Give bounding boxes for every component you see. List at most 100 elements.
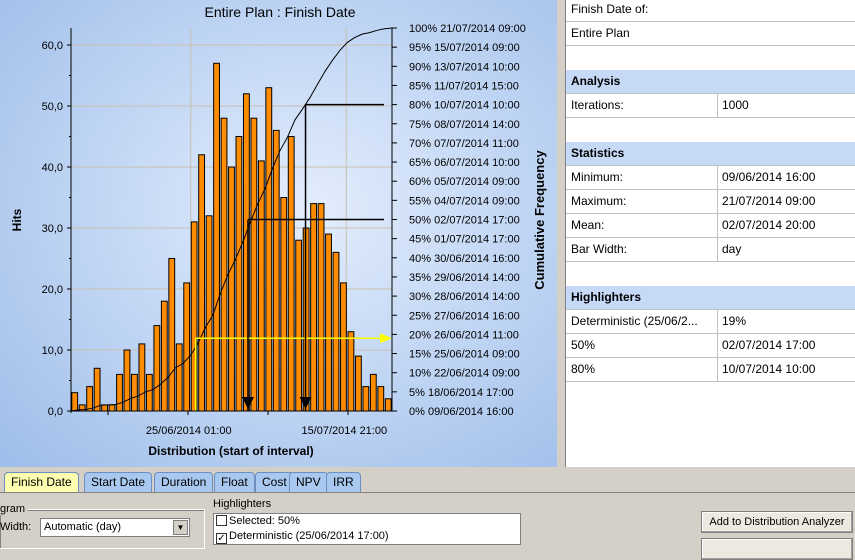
property-value: 09/06/2014 16:00 — [717, 166, 855, 189]
y2-tick-label: 55% 04/07/2014 09:00 — [409, 195, 520, 207]
histogram-bar — [86, 386, 94, 412]
highlighters-label: Highlighters — [213, 498, 272, 510]
property-key: Iterations: — [571, 98, 624, 112]
add-to-distribution-analyzer-button[interactable]: Add to Distribution Analyzer — [701, 511, 853, 533]
property-key: Bar Width: — [571, 242, 628, 256]
property-row: Minimum: 09/06/2014 16:00 — [566, 166, 855, 190]
histogram-bar — [257, 160, 265, 412]
histogram-bar — [362, 386, 370, 412]
y2-tick-label: 0% 09/06/2014 16:00 — [409, 406, 514, 418]
histogram-bar — [347, 331, 355, 412]
highlighter-item[interactable]: ✓ Deterministic (25/06/2014 17:00) — [214, 529, 520, 544]
histogram-bar — [317, 203, 325, 412]
histogram-bar — [272, 129, 280, 412]
y2-tick-label: 45% 01/07/2014 17:00 — [409, 234, 520, 246]
checkbox[interactable]: ✓ — [216, 533, 227, 544]
property-key: Minimum: — [571, 170, 624, 184]
property-value: 02/07/2014 17:00 — [717, 334, 855, 357]
y2-tick-label: 100% 21/07/2014 09:00 — [409, 23, 526, 35]
tab-bar: Finish Date Start Date Duration Float Cost NP… — [0, 472, 855, 493]
highlighters-list[interactable]: Selected: 50% ✓ Deterministic (25/06/2014 … — [213, 513, 521, 545]
y2-axis-label: Cumulative Frequency — [532, 150, 547, 290]
highlighter-label: Deterministic (25/06/2014 17:00) — [229, 530, 389, 542]
histogram-group-label: gram — [0, 503, 29, 515]
property-key: Maximum: — [571, 194, 627, 208]
x-axis-label: Distribution (start of interval) — [148, 444, 313, 458]
property-key: 80% — [571, 362, 596, 376]
histogram-bar — [377, 386, 385, 412]
x-tick-label: 15/07/2014 21:00 — [301, 425, 387, 437]
chart-panel: 0,0 10,0 20,0 30,0 40,0 50,0 60,0 25/06/2014 01… — [0, 0, 557, 467]
property-key: Highlighters — [571, 290, 642, 304]
histogram-bar — [325, 233, 332, 412]
histogram-bar — [235, 136, 243, 412]
y2-tick-label: 25% 27/06/2014 16:00 — [409, 310, 520, 322]
property-row: Finish Date of: — [566, 0, 855, 22]
y2-tick-label: 10% 22/06/2014 09:00 — [409, 368, 520, 380]
tab-irr[interactable]: IRR — [326, 472, 361, 492]
property-key: Finish Date of: — [571, 2, 649, 16]
section-header: Analysis — [566, 70, 855, 94]
width-label: Width: — [0, 521, 32, 533]
tab-divider — [0, 492, 855, 493]
chevron-down-icon[interactable]: ▼ — [173, 520, 188, 535]
property-row: Maximum: 21/07/2014 09:00 — [566, 190, 855, 214]
property-value: 19% — [717, 310, 855, 333]
histogram-bar — [131, 373, 138, 412]
y-tick-label: 0,0 — [48, 406, 63, 418]
y-tick-label: 30,0 — [42, 223, 63, 235]
histogram-bar — [228, 166, 235, 412]
histogram-bar — [220, 117, 228, 412]
histogram-bar — [310, 203, 318, 412]
bar-width-value: Automatic (day) — [44, 521, 122, 533]
property-row: Entire Plan — [566, 22, 855, 46]
y2-tick-label: 90% 13/07/2014 10:00 — [409, 61, 520, 73]
histogram-bar — [116, 373, 123, 412]
property-key: 50% — [571, 338, 596, 352]
tab-float[interactable]: Float — [214, 472, 255, 492]
property-value: day — [717, 238, 855, 261]
histogram-bar — [332, 251, 340, 412]
tab-start-date[interactable]: Start Date — [84, 472, 153, 492]
property-row: Deterministic (25/06/2... 19% — [566, 310, 855, 334]
property-value: 1000 — [717, 94, 855, 117]
histogram-bar — [175, 343, 183, 412]
tab-cost[interactable]: Cost — [255, 472, 294, 492]
y2-tick-label: 75% 08/07/2014 14:00 — [409, 119, 520, 131]
tab-npv[interactable]: NPV — [289, 472, 328, 492]
y-axis-label: Hits — [10, 208, 24, 231]
y2-tick-label: 80% 10/07/2014 10:00 — [409, 100, 520, 112]
y2-tick-label: 85% 11/07/2014 15:00 — [409, 80, 519, 92]
checkbox[interactable] — [216, 515, 227, 526]
property-row: 50% 02/07/2014 17:00 — [566, 334, 855, 358]
property-row: Mean: 02/07/2014 20:00 — [566, 214, 855, 238]
highlighter-label: Selected: 50% — [229, 515, 300, 527]
property-value: 21/07/2014 09:00 — [717, 190, 855, 213]
histogram-bar — [160, 300, 168, 412]
histogram-bar — [250, 117, 258, 412]
property-key: Entire Plan — [571, 26, 630, 40]
chart-title: Entire Plan : Finish Date — [205, 4, 356, 20]
tab-finish-date[interactable]: Finish Date — [4, 472, 79, 492]
histogram-bar — [93, 367, 101, 412]
histogram-bar — [138, 343, 146, 412]
section-header: Highlighters — [566, 286, 855, 310]
property-row: Iterations: 1000 — [566, 94, 855, 118]
highlighter-item[interactable]: Selected: 50% — [214, 514, 520, 529]
property-key: Deterministic (25/06/2... — [571, 314, 698, 328]
y-tick-label: 10,0 — [42, 345, 63, 357]
y2-tick-label: 95% 15/07/2014 09:00 — [409, 42, 520, 54]
property-row: Bar Width: day — [566, 238, 855, 262]
histogram-bar — [369, 373, 377, 412]
y-tick-label: 20,0 — [42, 284, 63, 296]
secondary-button[interactable] — [701, 538, 853, 560]
y-tick-label: 40,0 — [42, 162, 63, 174]
property-row — [566, 262, 855, 286]
tab-duration[interactable]: Duration — [154, 472, 214, 492]
y-tick-label: 60,0 — [42, 40, 63, 52]
histogram-bar — [205, 215, 213, 412]
histogram-bar — [153, 325, 161, 412]
property-row — [566, 46, 855, 70]
splitter[interactable] — [557, 0, 566, 467]
bar-width-select[interactable]: Automatic (day) ▼ — [40, 518, 190, 537]
